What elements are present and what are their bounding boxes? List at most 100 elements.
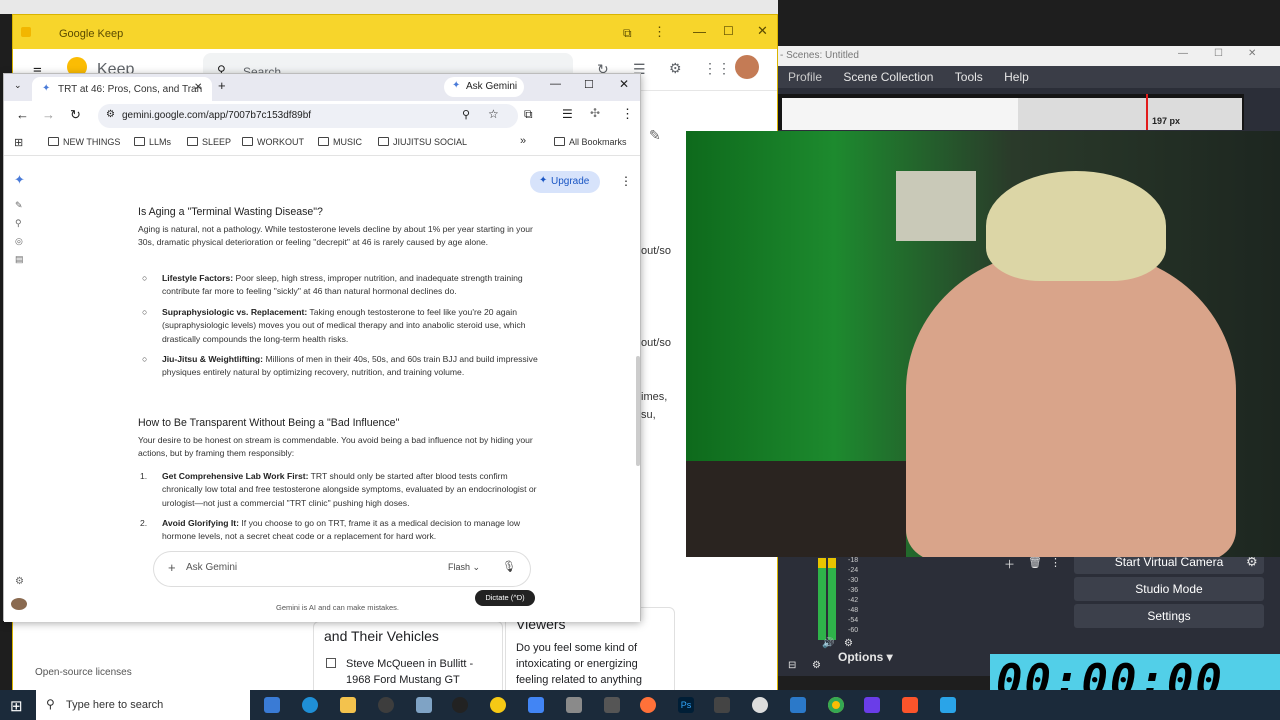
keep-icon[interactable] bbox=[490, 697, 506, 713]
more-icon[interactable]: ⋮ bbox=[1050, 556, 1061, 569]
tab-gemini[interactable]: ✦ TRT at 46: Pros, Cons, and Tran ✕ bbox=[32, 77, 212, 101]
tab-close-icon[interactable]: ✕ bbox=[194, 82, 202, 93]
extension-puzzle-icon[interactable]: ✣ bbox=[590, 106, 600, 120]
folder-icon bbox=[134, 137, 145, 146]
menu-profile[interactable]: Profile bbox=[778, 66, 830, 84]
settings-icon[interactable]: ⚙ bbox=[15, 576, 24, 587]
windows-start-icon[interactable]: ⊞ bbox=[10, 697, 23, 715]
bookmark-music[interactable]: MUSIC bbox=[318, 137, 362, 147]
docs-icon[interactable] bbox=[528, 697, 544, 713]
library-icon[interactable]: ▤ bbox=[15, 254, 24, 265]
filter-icon[interactable]: ⊟ bbox=[788, 660, 796, 671]
reading-list-icon[interactable]: ☰ bbox=[562, 107, 573, 121]
obs-icon[interactable] bbox=[452, 697, 468, 713]
task-view-icon[interactable] bbox=[264, 697, 280, 713]
close-icon[interactable]: ✕ bbox=[757, 23, 768, 39]
gems-icon[interactable]: ◎ bbox=[15, 236, 23, 247]
more-options-icon[interactable]: ⋮ bbox=[620, 174, 632, 188]
bookmark-new-things[interactable]: NEW THINGS bbox=[48, 137, 120, 147]
forward-icon[interactable]: → bbox=[42, 107, 55, 122]
new-tab-icon[interactable]: + bbox=[218, 78, 226, 93]
menu-icon[interactable]: ⋮ bbox=[653, 24, 666, 40]
all-bookmarks[interactable]: All Bookmarks bbox=[554, 137, 627, 147]
audio-meter-bar bbox=[828, 558, 836, 640]
taskbar-search-input[interactable]: Type here to search bbox=[66, 699, 163, 711]
back-icon[interactable]: ← bbox=[16, 107, 29, 122]
add-icon[interactable]: + bbox=[168, 560, 176, 575]
prompt-input-box[interactable]: + Ask Gemini Flash ⌄ 🎙 bbox=[154, 552, 530, 586]
app-icon[interactable] bbox=[940, 697, 956, 713]
install-icon[interactable]: ⧉ bbox=[623, 26, 632, 41]
firefox-icon[interactable] bbox=[640, 697, 656, 713]
menu-help[interactable]: Help bbox=[994, 66, 1037, 84]
gemini-sparkle-icon: ✦ bbox=[452, 80, 461, 91]
volume-icon[interactable]: 🔊 bbox=[822, 638, 834, 649]
mixer-gear-icon[interactable]: ⚙ bbox=[844, 638, 853, 649]
site-info-icon[interactable]: ⚙ bbox=[106, 109, 115, 120]
chrome-menu-icon[interactable]: ⋮ bbox=[621, 106, 634, 122]
bookmark-jiujitsu-social[interactable]: JIUJITSU SOCIAL bbox=[378, 137, 467, 147]
app-icon[interactable] bbox=[714, 697, 730, 713]
brave-icon[interactable] bbox=[902, 697, 918, 713]
folder-icon bbox=[242, 137, 253, 146]
menu-scene-collection[interactable]: Scene Collection bbox=[833, 66, 941, 84]
taskbar-search[interactable]: ⚲ Type here to search bbox=[36, 690, 250, 720]
bookmark-llms[interactable]: LLMs bbox=[134, 137, 171, 147]
apps-icon[interactable]: ⊞ bbox=[14, 136, 23, 149]
gemini-logo-icon[interactable]: ✦ bbox=[14, 172, 25, 188]
prompt-input[interactable]: Ask Gemini bbox=[186, 562, 237, 573]
open-source-licenses-link[interactable]: Open-source licenses bbox=[35, 667, 132, 678]
gemini-tab-icon: ✦ bbox=[42, 83, 51, 94]
app-icon[interactable] bbox=[790, 697, 806, 713]
app-icon[interactable] bbox=[416, 697, 432, 713]
zoom-icon[interactable]: ⚲ bbox=[462, 108, 470, 121]
apps-grid-icon[interactable]: ⋮⋮ bbox=[703, 60, 731, 77]
ask-gemini-button[interactable]: ✦ Ask Gemini bbox=[444, 77, 524, 97]
chrome-icon[interactable] bbox=[828, 697, 844, 713]
minimize-icon[interactable]: — bbox=[1178, 48, 1188, 59]
microphone-icon[interactable]: 🎙 bbox=[502, 560, 516, 573]
edge-icon[interactable] bbox=[302, 697, 318, 713]
scrollbar-thumb[interactable] bbox=[636, 356, 640, 466]
maximize-icon[interactable]: ☐ bbox=[723, 24, 734, 38]
model-selector[interactable]: Flash ⌄ bbox=[448, 562, 480, 573]
reload-icon[interactable]: ↻ bbox=[70, 107, 81, 123]
app-icon[interactable] bbox=[566, 697, 582, 713]
avatar[interactable] bbox=[735, 55, 759, 79]
app-icon[interactable] bbox=[752, 697, 768, 713]
close-icon[interactable]: ✕ bbox=[619, 77, 629, 91]
minimize-icon[interactable]: — bbox=[693, 24, 706, 39]
new-chat-icon[interactable]: ✎ bbox=[15, 200, 23, 211]
upgrade-button[interactable]: ✦ Upgrade bbox=[530, 171, 600, 193]
maximize-icon[interactable]: ☐ bbox=[1214, 48, 1223, 59]
bookmarks-overflow-icon[interactable]: » bbox=[520, 135, 526, 147]
settings-button[interactable]: Settings bbox=[1074, 604, 1264, 628]
minimize-icon[interactable]: — bbox=[550, 78, 561, 90]
studio-mode-button[interactable]: Studio Mode bbox=[1074, 577, 1264, 601]
tab-search-icon[interactable]: ⌄ bbox=[14, 80, 22, 91]
bookmark-workout[interactable]: WORKOUT bbox=[242, 137, 304, 147]
app-icon[interactable] bbox=[378, 697, 394, 713]
keep-note-card[interactable]: and Their Vehicles Steve McQueen in Bull… bbox=[313, 621, 503, 701]
maximize-icon[interactable]: ☐ bbox=[584, 78, 594, 91]
url-bar[interactable]: ⚙ gemini.google.com/app/7007b7c153df89bf… bbox=[98, 104, 518, 128]
extensions-icon[interactable]: ⧉ bbox=[524, 107, 533, 122]
photoshop-icon[interactable]: Ps bbox=[678, 697, 694, 713]
menu-tools[interactable]: Tools bbox=[945, 66, 991, 84]
close-icon[interactable]: ✕ bbox=[1248, 48, 1256, 59]
url-text[interactable]: gemini.google.com/app/7007b7c153df89bf bbox=[122, 110, 311, 121]
avatar[interactable] bbox=[11, 598, 27, 610]
add-icon[interactable]: ＋ bbox=[1004, 556, 1015, 572]
star-icon[interactable]: ☆ bbox=[488, 107, 499, 121]
options-button[interactable]: Options ▾ bbox=[838, 650, 893, 664]
brush-icon[interactable]: ✎ bbox=[649, 127, 661, 144]
app-icon[interactable] bbox=[604, 697, 620, 713]
checkbox[interactable] bbox=[326, 658, 336, 668]
app-icon[interactable] bbox=[864, 697, 880, 713]
bookmark-sleep[interactable]: SLEEP bbox=[187, 137, 231, 147]
file-explorer-icon[interactable] bbox=[340, 697, 356, 713]
gear-icon[interactable]: ⚙ bbox=[669, 60, 682, 77]
gear-icon[interactable]: ⚙ bbox=[812, 660, 821, 671]
search-icon[interactable]: ⚲ bbox=[15, 218, 22, 229]
trash-icon[interactable]: 🗑 bbox=[1028, 556, 1042, 569]
